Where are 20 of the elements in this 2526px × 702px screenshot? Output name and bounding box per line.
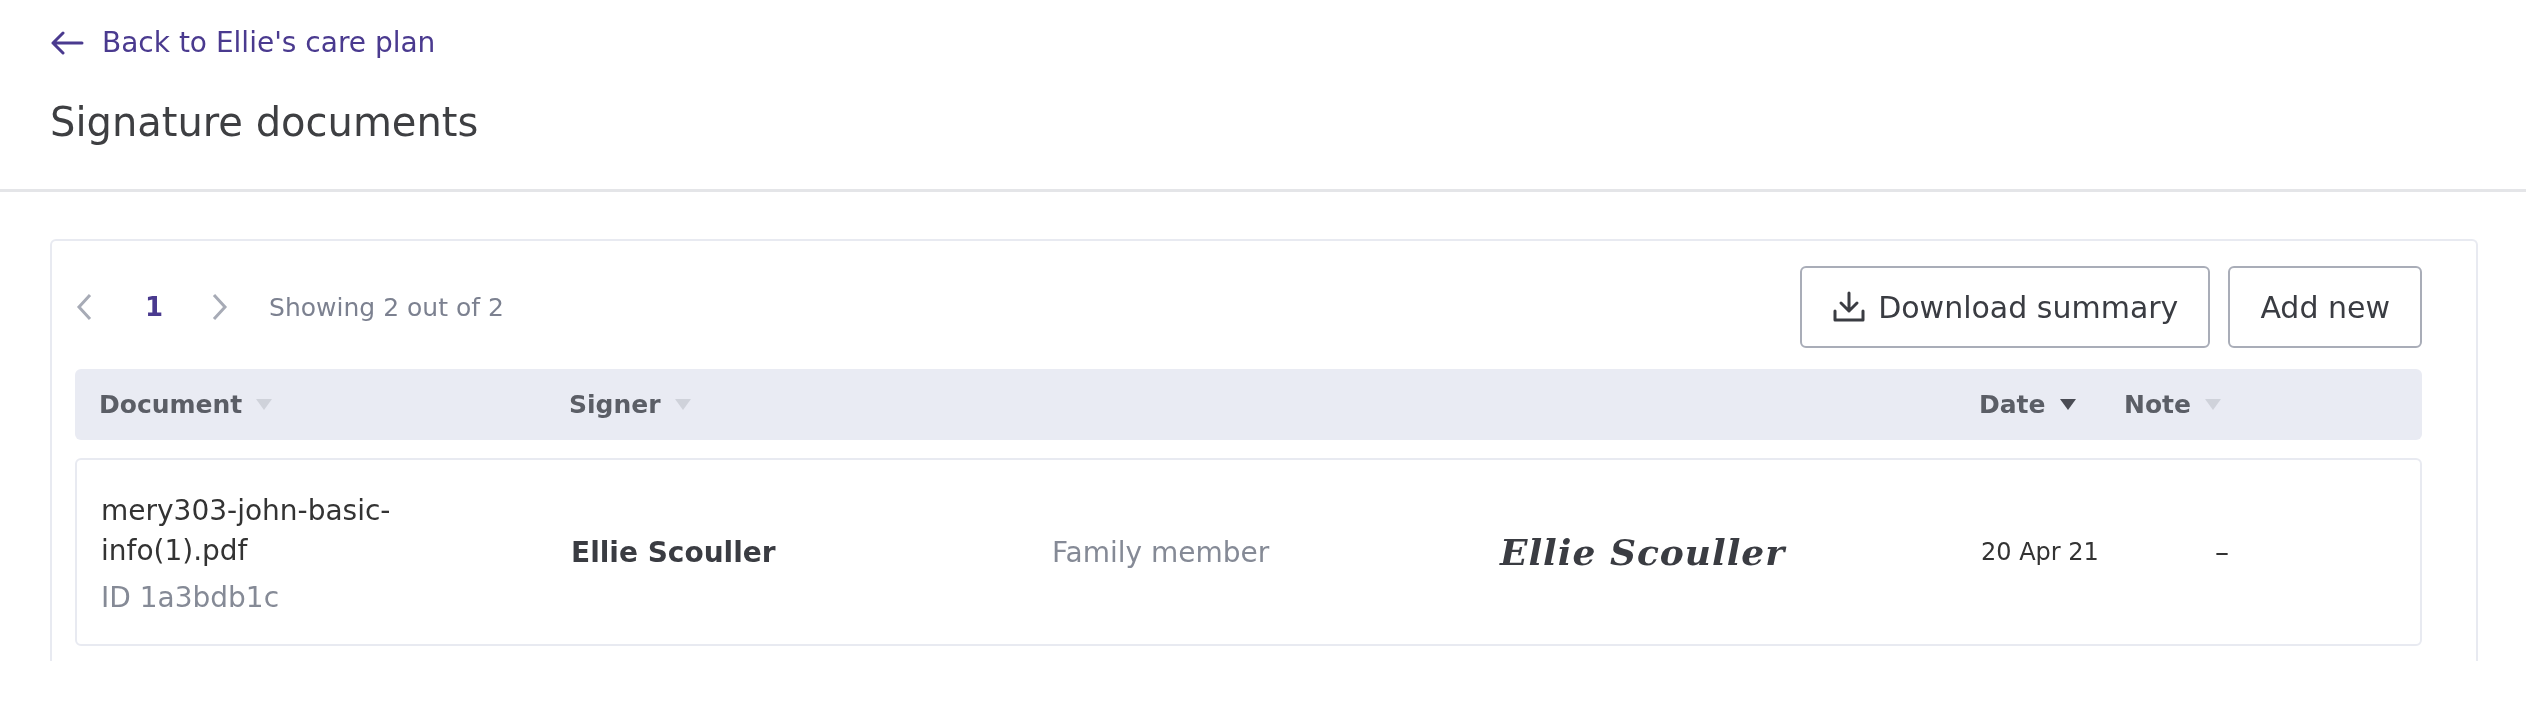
arrow-left-icon — [50, 30, 84, 55]
column-header[interactable]: Signer — [569, 390, 661, 419]
note-cell-text: – — [2215, 535, 2230, 569]
signature: Ellie Scouller — [1500, 531, 1788, 573]
add-button[interactable]: Add new — [2228, 266, 2422, 348]
signer-role: Family member — [1052, 535, 1271, 569]
download-icon — [1832, 290, 1867, 324]
download-button[interactable]: Download summary — [1800, 266, 2211, 348]
column-header[interactable]: Note — [2124, 390, 2191, 419]
pagination-summary: Showing 2 out of 2 — [269, 292, 504, 322]
back-link[interactable]: Back to Ellie's care plan — [50, 26, 436, 59]
date-cell-text: 20 Apr 21 — [1981, 538, 2100, 566]
column-header[interactable]: Date — [1979, 390, 2046, 419]
document-id: ID 1a3bdb1c — [101, 580, 281, 614]
page-number[interactable]: 1 — [145, 292, 164, 322]
sort-icon[interactable] — [2059, 399, 2076, 410]
document-name: mery303-john-basic-info(1).pdf — [101, 492, 392, 569]
page-title: Signature documents — [50, 99, 480, 145]
signer-name: Ellie Scouller — [571, 535, 777, 569]
column-header[interactable]: Document — [99, 390, 243, 419]
